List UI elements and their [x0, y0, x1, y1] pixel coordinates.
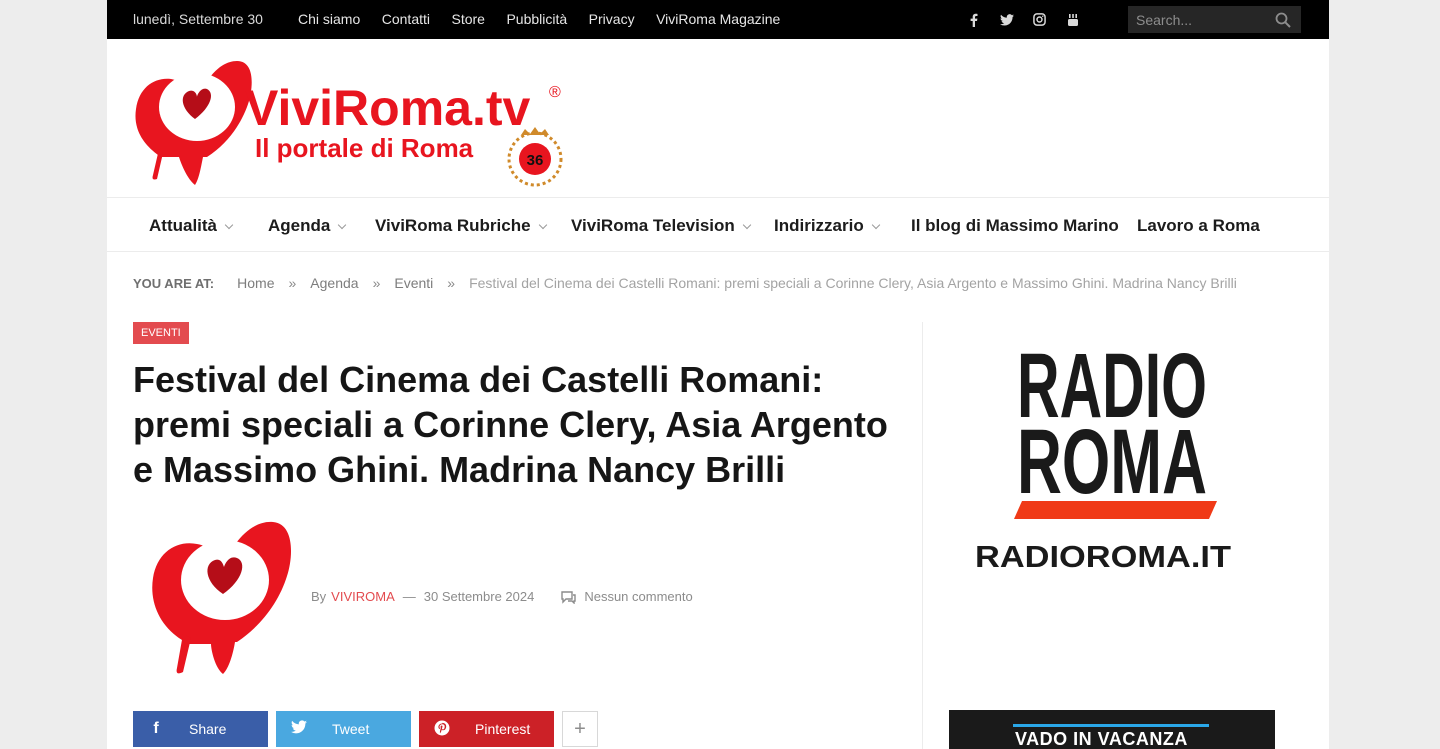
search-icon[interactable] — [1275, 12, 1291, 28]
top-link-magazine[interactable]: ViviRoma Magazine — [656, 11, 780, 27]
banner-accent-bar — [1013, 724, 1209, 727]
top-link-chi-siamo[interactable]: Chi siamo — [298, 11, 360, 27]
top-link-privacy[interactable]: Privacy — [589, 11, 635, 27]
radio-stripe — [1014, 501, 1217, 519]
breadcrumb-separator: » — [372, 275, 381, 291]
share-twitter-label: Tweet — [332, 721, 370, 737]
nav-label: Indirizzario — [774, 216, 864, 235]
author-avatar[interactable] — [149, 518, 294, 676]
logo-title: ViviRoma.tv — [245, 80, 530, 136]
main-nav: Attualità Agenda ViviRoma Rubriche ViviR… — [107, 197, 1329, 252]
breadcrumb-agenda[interactable]: Agenda — [310, 275, 358, 291]
page-container: lunedì, Settembre 30 Chi siamo Contatti … — [107, 0, 1329, 749]
chevron-down-icon — [871, 220, 880, 229]
pinterest-icon — [433, 720, 451, 738]
top-links: Chi siamo Contatti Store Pubblicità Priv… — [298, 11, 802, 27]
share-facebook-button[interactable]: f Share — [133, 711, 268, 747]
nav-label: Il blog di Massimo Marino — [911, 216, 1119, 235]
chevron-down-icon — [742, 220, 752, 229]
breadcrumb-eventi[interactable]: Eventi — [394, 275, 433, 291]
vacation-banner-ad[interactable]: VADO IN VACANZA — [949, 710, 1275, 749]
nav-label: ViviRoma Television — [571, 216, 735, 235]
nav-item-television[interactable]: ViviRoma Television — [571, 216, 752, 236]
top-link-pubblicita[interactable]: Pubblicità — [506, 11, 567, 27]
breadcrumb-current: Festival del Cinema dei Castelli Romani:… — [469, 275, 1237, 291]
meta-comments[interactable]: Nessun commento — [584, 589, 692, 604]
nav-label: Lavoro a Roma — [1137, 216, 1260, 235]
twitter-icon[interactable] — [990, 11, 1023, 28]
current-date: lunedì, Settembre 30 — [133, 11, 263, 27]
site-logo[interactable]: ViviRoma.tv ® Il portale di Roma 36 — [133, 57, 573, 187]
share-facebook-label: Share — [189, 721, 227, 737]
chevron-down-icon — [538, 220, 547, 229]
youtube-icon[interactable] — [1056, 11, 1089, 28]
top-link-contatti[interactable]: Contatti — [382, 11, 430, 27]
meta-dash: — — [402, 589, 416, 604]
breadcrumb-lead: YOU ARE AT: — [133, 275, 215, 291]
article-meta: By VIVIROMA — 30 Settembre 2024 Nessun c… — [311, 589, 693, 604]
nav-item-blog[interactable]: Il blog di Massimo Marino — [911, 216, 1119, 236]
facebook-icon: f — [153, 720, 159, 737]
breadcrumb: YOU ARE AT: Home » Agenda » Eventi » Fes… — [133, 275, 1237, 291]
nav-item-agenda[interactable]: Agenda — [268, 216, 347, 236]
nav-label: Attualità — [149, 216, 217, 235]
heart-logo-icon — [135, 61, 252, 185]
share-twitter-button[interactable]: Tweet — [276, 711, 411, 747]
badge-number: 36 — [527, 152, 544, 169]
social-links — [957, 11, 1089, 28]
nav-label: Agenda — [268, 216, 331, 235]
facebook-icon[interactable] — [957, 11, 990, 28]
radio-roma-ad[interactable]: RADIO ROMA RADIOROMA.IT — [977, 333, 1247, 583]
banner-text: VADO IN VACANZA — [1015, 729, 1188, 749]
radio-url: RADIOROMA.IT — [977, 539, 1231, 574]
share-more-button[interactable]: + — [562, 711, 598, 747]
nav-item-attualita[interactable]: Attualità — [149, 216, 234, 236]
logo-tagline: Il portale di Roma — [255, 133, 474, 163]
share-pinterest-label: Pinterest — [475, 721, 531, 737]
meta-author[interactable]: VIVIROMA — [331, 589, 395, 604]
breadcrumb-home[interactable]: Home — [237, 275, 274, 291]
category-badge[interactable]: EVENTI — [133, 322, 189, 344]
search-box — [1128, 6, 1301, 33]
nav-label: ViviRoma Rubriche — [375, 216, 531, 235]
chevron-down-icon — [338, 220, 347, 229]
breadcrumb-separator: » — [447, 275, 456, 291]
nav-item-lavoro[interactable]: Lavoro a Roma — [1137, 216, 1260, 236]
article-title: Festival del Cinema dei Castelli Romani:… — [133, 359, 888, 490]
share-bar: f Share Tweet Pinterest + — [133, 711, 606, 747]
comment-icon — [561, 590, 577, 604]
nav-item-indirizzario[interactable]: Indirizzario — [774, 216, 880, 236]
share-pinterest-button[interactable]: Pinterest — [419, 711, 554, 747]
meta-by: By — [311, 589, 327, 604]
top-link-store[interactable]: Store — [452, 11, 485, 27]
sidebar-divider — [922, 322, 923, 749]
meta-date: 30 Settembre 2024 — [423, 589, 535, 604]
radio-line2: ROMA — [1017, 411, 1207, 513]
chevron-down-icon — [224, 220, 234, 229]
nav-item-rubriche[interactable]: ViviRoma Rubriche — [375, 216, 547, 236]
breadcrumb-separator: » — [288, 275, 297, 291]
instagram-icon[interactable] — [1023, 11, 1056, 28]
top-bar: lunedì, Settembre 30 Chi siamo Contatti … — [107, 0, 1329, 39]
twitter-icon — [290, 720, 308, 738]
logo-registered: ® — [549, 84, 561, 101]
search-input[interactable] — [1128, 6, 1268, 33]
